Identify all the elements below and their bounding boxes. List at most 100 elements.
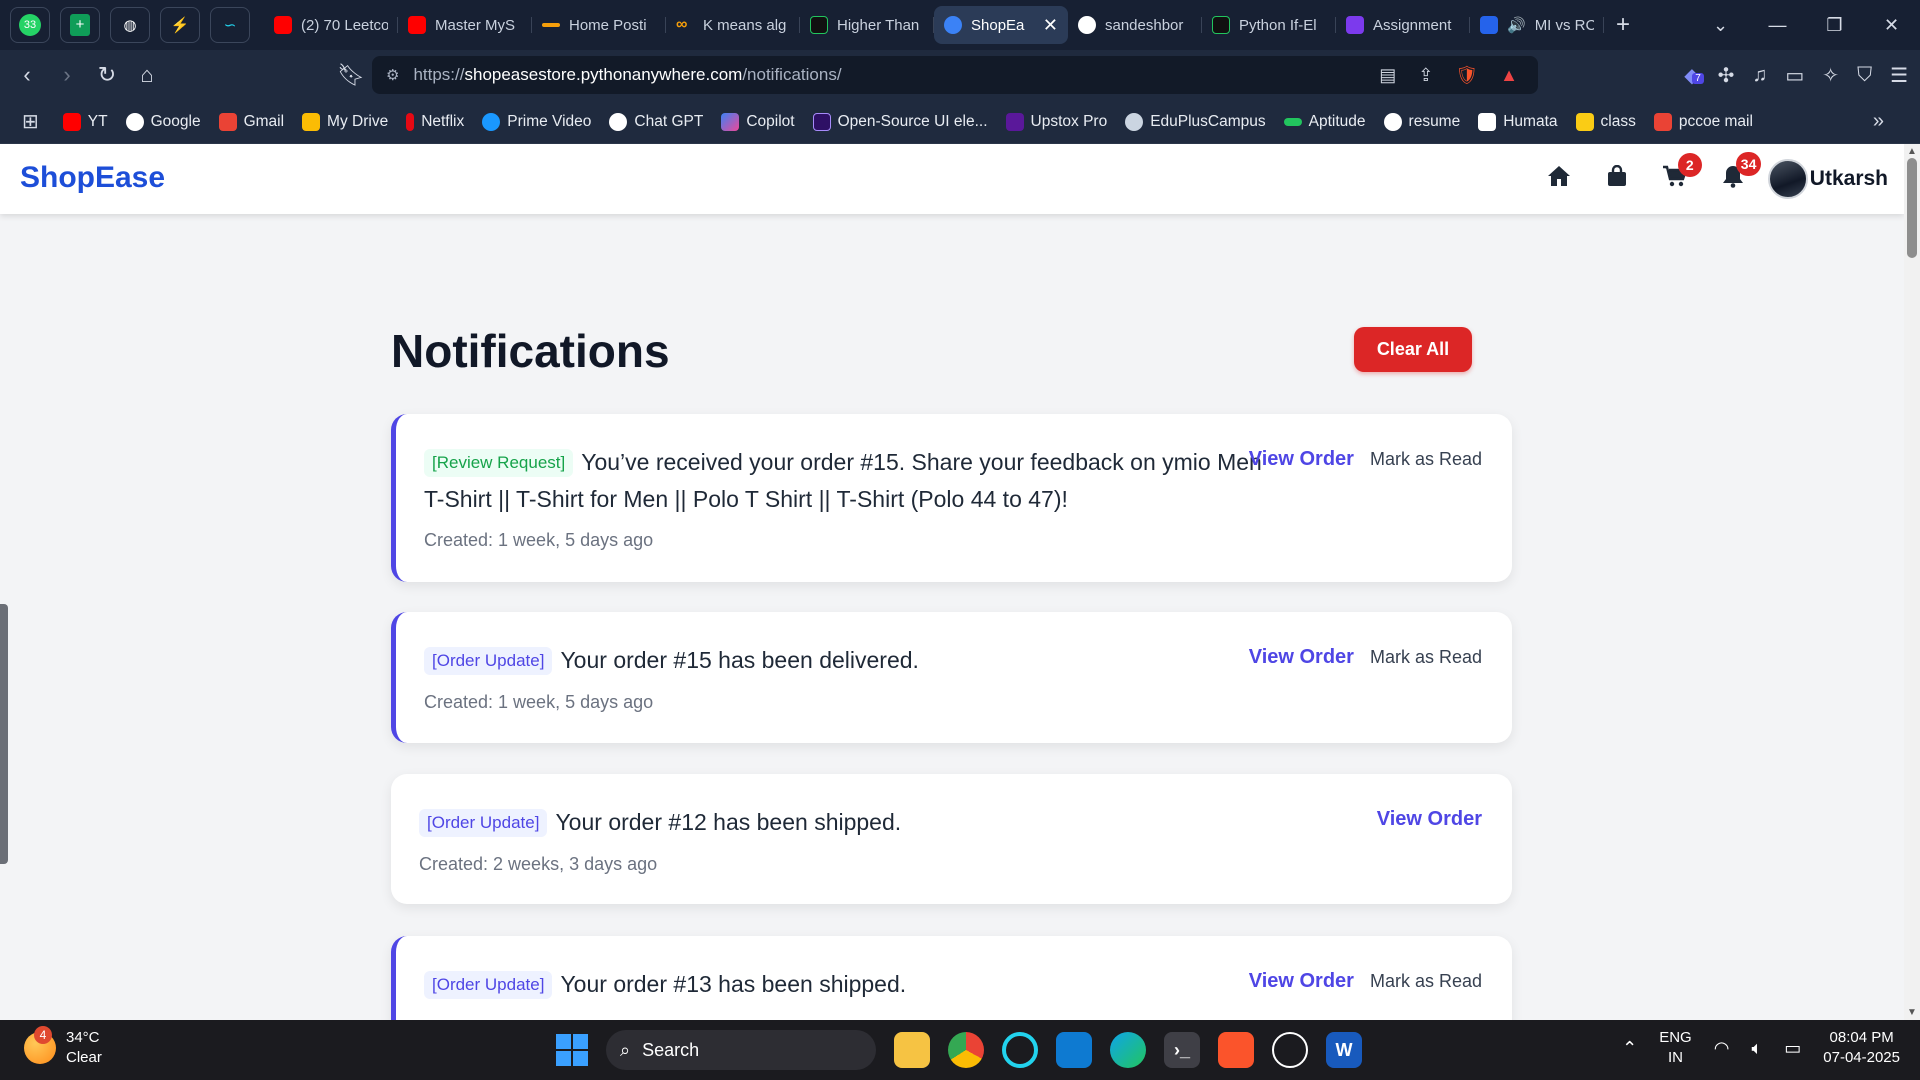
clock[interactable]: 08:04 PM 07-04-2025	[1823, 1028, 1900, 1068]
tab-shopease[interactable]: ShopEa ✕	[934, 6, 1068, 44]
bookmark-class[interactable]: class	[1575, 112, 1636, 131]
brave-shields-icon[interactable]: 🛡︎	[1455, 65, 1478, 86]
pinned-tab-whatsapp[interactable]: 33	[10, 7, 50, 43]
vscode-icon[interactable]	[1056, 1032, 1092, 1068]
tab-github[interactable]: sandeshbor	[1068, 6, 1202, 44]
menu-icon[interactable]: ☰	[1890, 63, 1908, 88]
tab-home-posti[interactable]: Home Posti	[532, 6, 666, 44]
language-indicator[interactable]: ENG IN	[1659, 1028, 1692, 1068]
cart-nav[interactable]: 2	[1646, 152, 1704, 194]
leo-ai-icon[interactable]: ✧	[1822, 63, 1839, 88]
bookmark-humata[interactable]: Humata	[1478, 112, 1558, 131]
bookmark-netflix[interactable]: Netflix	[406, 112, 464, 131]
scroll-down-icon[interactable]: ▼	[1904, 1007, 1920, 1018]
tab-search-icon[interactable]: ⌄	[1692, 15, 1749, 36]
reload-icon[interactable]: ↻	[88, 62, 126, 88]
bookmark-chat-gpt[interactable]: Chat GPT	[609, 112, 703, 131]
scrollbar-thumb[interactable]	[1907, 158, 1917, 258]
music-icon[interactable]: ♫	[1752, 64, 1767, 87]
bookmark-resume[interactable]: resume	[1383, 112, 1460, 131]
weather-widget[interactable]: 4 34°C Clear	[24, 1026, 102, 1068]
url-path: /notifications/	[742, 65, 842, 84]
shop-bag-icon[interactable]	[1588, 164, 1646, 194]
brave-rewards-icon[interactable]: ▲	[1500, 65, 1518, 86]
restore-icon[interactable]: ❐	[1806, 15, 1863, 36]
tab-mi-vs-rc[interactable]: 🔊 MI vs RC	[1470, 6, 1604, 44]
tab-python-ifel[interactable]: Python If-El	[1202, 6, 1336, 44]
bookmark-my-drive[interactable]: My Drive	[302, 112, 388, 131]
site-logo[interactable]: ShopEase	[20, 161, 165, 195]
bookmark-gmail[interactable]: Gmail	[218, 112, 284, 131]
edge-icon[interactable]	[1110, 1032, 1146, 1068]
close-window-icon[interactable]: ✕	[1863, 15, 1920, 36]
view-order-link[interactable]: View Order	[1249, 646, 1354, 669]
hackerrank-icon	[810, 16, 828, 34]
mark-as-read-link[interactable]: Mark as Read	[1370, 647, 1482, 668]
bookmark-pccoe-mail[interactable]: pccoe mail	[1653, 112, 1753, 131]
battery-icon[interactable]: ▭	[1784, 1038, 1801, 1059]
view-order-link[interactable]: View Order	[1377, 808, 1482, 831]
puzzle-icon[interactable]: ✣	[1718, 63, 1735, 88]
page-scrollbar[interactable]: ▲ ▼	[1904, 144, 1920, 1020]
back-icon[interactable]: ‹	[8, 62, 46, 88]
close-tab-icon[interactable]: ✕	[1043, 15, 1058, 36]
home-icon[interactable]: ⌂	[128, 62, 166, 88]
tab-leetcode-video[interactable]: (2) 70 Leetco	[264, 6, 398, 44]
bookmark-yt[interactable]: YT	[62, 112, 108, 131]
vpn-icon[interactable]: ⛉	[1857, 64, 1872, 87]
bookmark-edupluscampus[interactable]: EduPlusCampus	[1125, 112, 1266, 131]
view-order-link[interactable]: View Order	[1249, 448, 1354, 471]
notifications-nav[interactable]: 34	[1704, 151, 1762, 195]
volume-icon[interactable]: 🔈︎	[1751, 1038, 1762, 1059]
start-button[interactable]	[556, 1034, 588, 1066]
terminal-icon[interactable]: ›_	[1164, 1032, 1200, 1068]
word-icon[interactable]: W	[1326, 1032, 1362, 1068]
bookmark-prime-video[interactable]: Prime Video	[482, 112, 591, 131]
pinned-tab-sheets[interactable]: +	[60, 7, 100, 43]
speaker-icon[interactable]: 🔊	[1507, 16, 1526, 34]
tab-kmeans[interactable]: ∞ K means alg	[666, 6, 800, 44]
side-panel-handle[interactable]	[0, 604, 8, 864]
bookmark-copilot[interactable]: Copilot	[721, 112, 795, 131]
bookmark-upstox[interactable]: Upstox Pro	[1005, 112, 1107, 131]
bookmark-open-source-ui[interactable]: Open-Source UI ele...	[812, 112, 988, 131]
forward-icon[interactable]: ›	[48, 62, 86, 88]
new-tab-button[interactable]: +	[1616, 11, 1630, 39]
user-menu[interactable]: Utkarsh	[1767, 159, 1888, 199]
cortana-icon[interactable]	[1002, 1032, 1038, 1068]
mark-as-read-link[interactable]: Mark as Read	[1370, 449, 1482, 470]
tab-higher-than[interactable]: Higher Than	[800, 6, 934, 44]
bookmark-google[interactable]: Google	[125, 112, 201, 131]
view-order-link[interactable]: View Order	[1249, 970, 1354, 993]
chrome-icon[interactable]	[948, 1032, 984, 1068]
site-settings-icon[interactable]: ⚙	[386, 66, 399, 84]
scroll-up-icon[interactable]: ▲	[1904, 146, 1920, 157]
minimize-icon[interactable]: —	[1749, 15, 1806, 36]
wallet-icon[interactable]: ▭	[1785, 63, 1804, 88]
mark-as-read-link[interactable]: Mark as Read	[1370, 971, 1482, 992]
share-icon[interactable]: ⇪	[1418, 65, 1433, 86]
brave-browser-icon[interactable]	[1218, 1032, 1254, 1068]
chatgpt-app-icon[interactable]	[1272, 1032, 1308, 1068]
tab-master-mys[interactable]: Master MyS	[398, 6, 532, 44]
pinned-tab-lightning[interactable]: ⚡	[160, 7, 200, 43]
bookmark-aptitude[interactable]: Aptitude	[1283, 113, 1366, 131]
bookmark-label: Humata	[1503, 112, 1558, 130]
reader-mode-icon[interactable]: ▤	[1379, 65, 1396, 86]
notification-message: [Order Update] Your order #15 has been de…	[424, 642, 1264, 679]
chevron-up-icon[interactable]: ⌃	[1622, 1038, 1637, 1059]
file-explorer-icon[interactable]	[894, 1032, 930, 1068]
hackerrank-icon	[1212, 16, 1230, 34]
apps-grid-icon[interactable]: ⊞	[22, 109, 39, 134]
address-bar[interactable]: ⚙ https://shopeasestore.pythonanywhere.c…	[372, 56, 1538, 94]
tab-assignment[interactable]: Assignment	[1336, 6, 1470, 44]
pinned-tab-wave[interactable]: ∽	[210, 7, 250, 43]
home-nav-icon[interactable]	[1530, 165, 1588, 194]
clear-all-button[interactable]: Clear All	[1354, 327, 1472, 372]
wifi-icon[interactable]: ◠	[1714, 1038, 1730, 1059]
extension-icon[interactable]: ◆7	[1684, 63, 1704, 88]
pinned-tab-globe[interactable]: ◍	[110, 7, 150, 43]
taskbar-search[interactable]: ⌕ Search	[606, 1030, 876, 1070]
bookmark-icon[interactable]: 🔖︎	[332, 62, 370, 88]
more-bookmarks-icon[interactable]: »	[1873, 110, 1884, 133]
